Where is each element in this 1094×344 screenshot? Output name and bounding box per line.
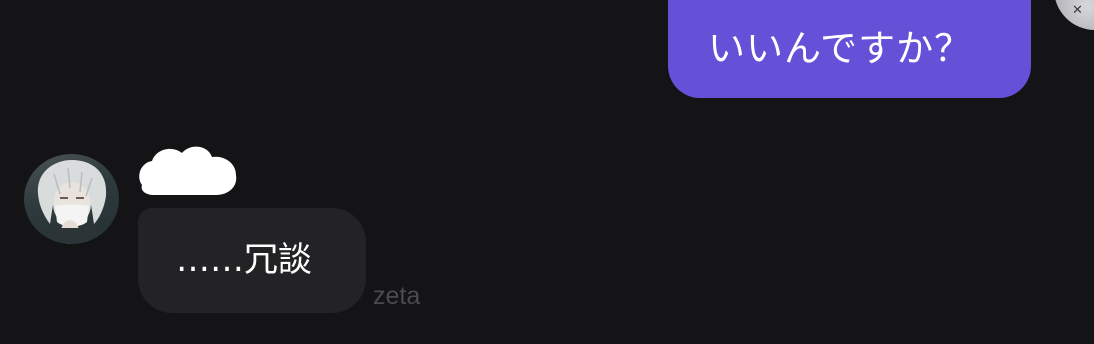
character-avatar-icon[interactable] xyxy=(24,154,119,244)
character-message-text: ……冗談 xyxy=(176,240,312,280)
avatar-decoration-icon: ✕ xyxy=(1072,3,1083,18)
chat-view: いいんですか？ ✕ ……冗談 zeta xyxy=(0,0,1094,344)
model-label: zeta xyxy=(373,282,421,310)
character-portrait-icon xyxy=(34,160,110,244)
redacted-character-name xyxy=(139,146,237,195)
user-avatar-icon[interactable]: ✕ xyxy=(1054,0,1094,30)
user-message-bubble[interactable]: いいんですか？ xyxy=(668,0,1031,98)
character-message-bubble[interactable]: ……冗談 xyxy=(138,208,366,313)
user-message-text: いいんですか？ xyxy=(708,27,973,70)
